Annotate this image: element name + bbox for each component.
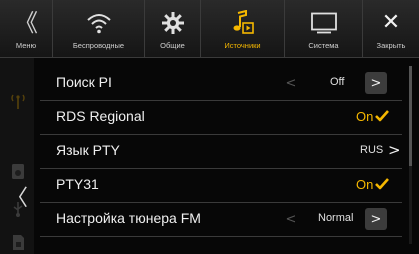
tab-sources-label: Источники [224, 41, 261, 50]
top-tab-bar: 《 Меню Беспроводные Общие Источники Сист… [0, 0, 419, 58]
row-value: On [356, 109, 374, 124]
gear-icon [161, 12, 184, 34]
increase-button[interactable]: > [365, 208, 387, 230]
tab-menu[interactable]: 《 Меню [0, 0, 53, 57]
row-value: Normal [318, 212, 354, 224]
tab-sources[interactable]: Источники [201, 0, 285, 57]
tab-system[interactable]: Система [285, 0, 363, 57]
row-label: Язык PTY [56, 142, 120, 158]
tab-menu-label: Меню [15, 41, 37, 50]
source-side-strip: 〈 [0, 58, 34, 254]
tab-close-label: Закрыть [376, 41, 406, 50]
chevron-right-icon: > [388, 141, 401, 159]
tab-system-label: Система [308, 41, 339, 50]
decrease-button[interactable]: < [280, 208, 302, 230]
list-item-fm-tuner[interactable]: Настройка тюнера FM < Normal > [40, 202, 402, 237]
scrollbar-thumb[interactable] [409, 66, 412, 166]
row-value: Off [330, 76, 345, 88]
tab-wireless-label: Беспроводные [72, 41, 125, 50]
list-item-pty-language[interactable]: Язык PTY RUS > [40, 134, 402, 169]
back-chevron-icon: 《 [14, 9, 38, 37]
row-label: Настройка тюнера FM [56, 210, 201, 226]
row-value: RUS [360, 144, 384, 156]
list-item-pty31[interactable]: PTY31 On [40, 168, 402, 203]
list-item-pi-search[interactable]: Поиск PI < Off > [40, 66, 402, 101]
list-item-rds-regional[interactable]: RDS Regional On [40, 100, 402, 135]
row-value: On [356, 177, 374, 192]
monitor-icon [310, 12, 337, 34]
side-panel-back-button[interactable]: 〈 [6, 188, 28, 210]
tab-general[interactable]: Общие [145, 0, 201, 57]
wireless-icon [86, 14, 111, 34]
speaker-icon [9, 162, 27, 180]
source-music-icon [233, 10, 254, 34]
sd-card-icon [9, 233, 27, 251]
tab-close[interactable]: ✕ Закрыть [363, 0, 419, 57]
decrease-button[interactable]: < [280, 72, 302, 94]
checkmark-icon[interactable] [374, 108, 390, 124]
tab-general-label: Общие [160, 41, 185, 50]
row-label: Поиск PI [56, 74, 112, 90]
antenna-icon [9, 92, 27, 110]
row-label: RDS Regional [56, 108, 145, 124]
increase-button[interactable]: > [365, 72, 387, 94]
checkmark-icon[interactable] [374, 176, 390, 192]
tab-wireless[interactable]: Беспроводные [53, 0, 145, 57]
close-icon: ✕ [381, 10, 401, 35]
row-label: PTY31 [56, 176, 99, 192]
